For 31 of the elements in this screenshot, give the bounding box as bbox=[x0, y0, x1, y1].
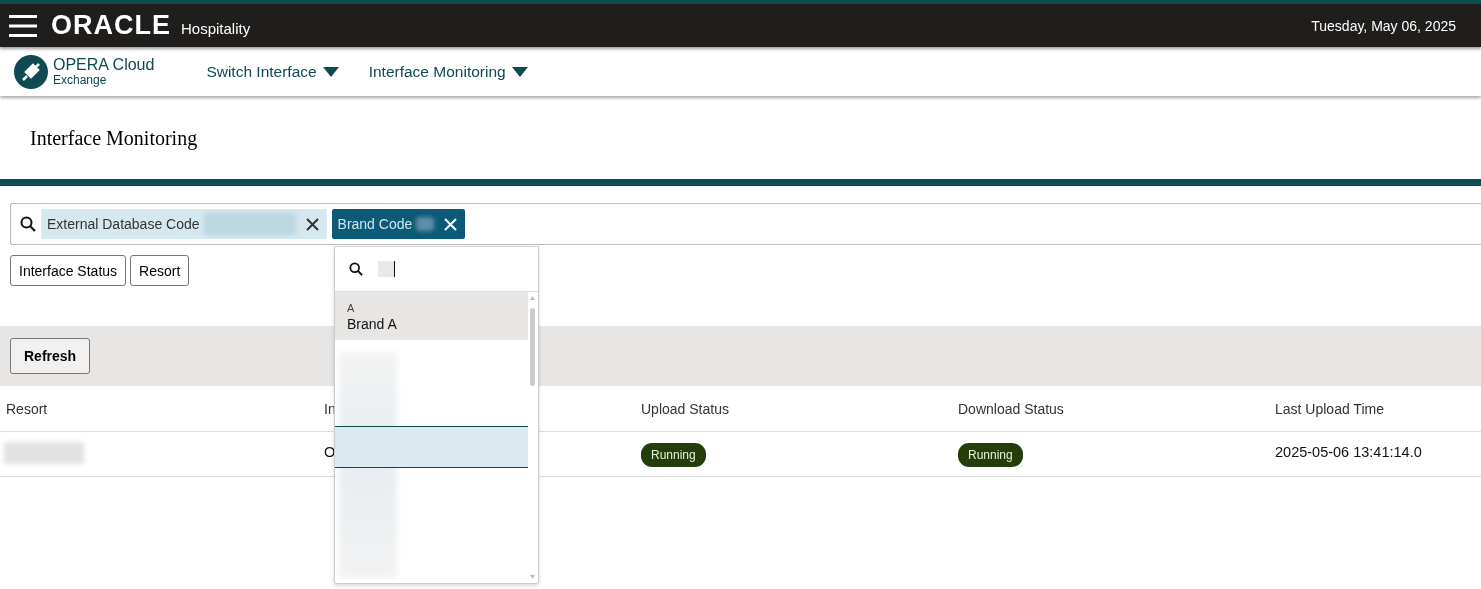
status-badge: Running bbox=[641, 443, 706, 467]
table-cell: 2025-05-06 13:41:14.0 bbox=[1275, 444, 1422, 460]
nav-menu[interactable]: Interface Monitoring bbox=[368, 62, 528, 81]
nav-menu[interactable]: Switch Interface bbox=[206, 62, 339, 81]
app-subtitle: Exchange bbox=[53, 74, 108, 86]
dropdown-option[interactable]: A Brand A bbox=[335, 292, 528, 340]
column-header: Upload Status bbox=[641, 400, 730, 417]
filter-chip[interactable]: External Database Code bbox=[41, 209, 327, 239]
close-icon[interactable] bbox=[305, 217, 319, 231]
caret-icon bbox=[511, 66, 528, 77]
plug-icon bbox=[14, 54, 48, 89]
current-date: Tuesday, May 06, 2025 bbox=[1311, 17, 1456, 34]
scrollbar[interactable] bbox=[529, 296, 536, 579]
status-badge: Running bbox=[958, 443, 1023, 467]
dropdown-option[interactable] bbox=[335, 426, 528, 468]
filter-chip[interactable]: Brand Code bbox=[331, 209, 466, 239]
app-name: OPERA Cloud bbox=[53, 57, 155, 73]
search-icon bbox=[20, 216, 36, 232]
oracle-logo: ORACLE bbox=[51, 10, 171, 41]
facet-button[interactable]: Interface Status bbox=[10, 255, 127, 286]
search-icon bbox=[349, 262, 363, 276]
column-header: Download Status bbox=[958, 400, 1065, 417]
product-name: Hospitality bbox=[181, 20, 251, 37]
search-field[interactable] bbox=[378, 261, 395, 277]
refresh-button[interactable]: Refresh bbox=[10, 338, 91, 374]
column-header: Resort bbox=[6, 400, 49, 417]
caret-icon bbox=[322, 66, 339, 77]
column-header: Last Upload Time bbox=[1275, 400, 1385, 417]
menu-icon[interactable] bbox=[9, 13, 37, 38]
page-title: Interface Monitoring bbox=[30, 127, 198, 150]
facet-button[interactable]: Resort bbox=[130, 255, 190, 286]
